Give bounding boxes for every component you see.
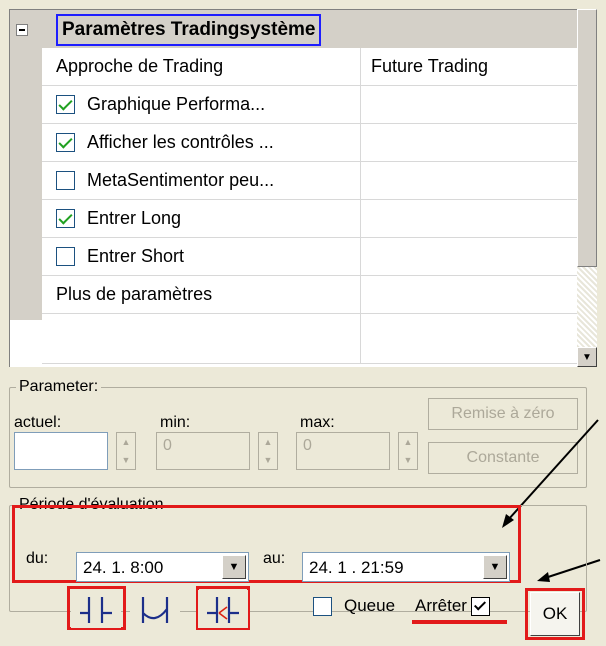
grid-row-label: Approche de Trading xyxy=(56,56,224,76)
check-icon xyxy=(473,597,486,611)
row-checkbox[interactable] xyxy=(56,133,75,152)
grid-row-label: Graphique Performa... xyxy=(87,94,266,114)
spin-up-icon[interactable]: ▲ xyxy=(117,433,135,451)
grid-gutter xyxy=(10,10,42,320)
parameter-legend: Parameter: xyxy=(19,378,99,395)
row-checkbox[interactable] xyxy=(56,209,75,228)
grid-row[interactable]: Graphique Performa... xyxy=(42,86,577,124)
grid-row[interactable]: Entrer Long xyxy=(42,200,577,238)
grid-row[interactable]: Approche de Trading Future Trading xyxy=(42,48,577,86)
from-label: du: xyxy=(26,550,49,567)
grid-row-value-cell[interactable]: Future Trading xyxy=(362,48,577,85)
stop-checkbox[interactable] xyxy=(470,596,490,616)
from-date-select[interactable]: 24. 1. 8:00 ▼ xyxy=(76,552,249,582)
spin-down-icon[interactable]: ▼ xyxy=(399,451,417,469)
grid-row-label: Afficher les contrôles ... xyxy=(87,132,274,152)
grid-row-label: Entrer Short xyxy=(87,246,185,266)
grid-row-label-cell[interactable]: Graphique Performa... xyxy=(42,86,361,123)
actuel-label: actuel: xyxy=(14,414,62,431)
max-label: max: xyxy=(300,414,335,431)
section-title: Paramètres Tradingsystème xyxy=(56,14,322,46)
empty-cell xyxy=(362,314,577,363)
grid-row-value-cell[interactable] xyxy=(362,200,577,237)
to-date-value: 24. 1 . 21:59 xyxy=(309,558,404,577)
max-input[interactable]: 0 xyxy=(296,432,390,470)
grid-row-label-cell[interactable]: Plus de paramètres xyxy=(42,276,361,313)
row-checkbox[interactable] xyxy=(56,95,75,114)
from-date-value: 24. 1. 8:00 xyxy=(83,558,164,577)
to-label: au: xyxy=(263,550,286,567)
actuel-spinner[interactable]: ▲ ▼ xyxy=(116,432,136,470)
to-date-select[interactable]: 24. 1 . 21:59 ▼ xyxy=(302,552,510,582)
grid-row-label-cell[interactable]: MetaSentimentor peu... xyxy=(42,162,361,199)
reset-button[interactable]: Remise à zéro xyxy=(428,398,578,430)
grid-row-value-cell[interactable] xyxy=(362,86,577,123)
grid-row[interactable]: Entrer Short xyxy=(42,238,577,276)
grid-row-label-cell[interactable]: Afficher les contrôles ... xyxy=(42,124,361,161)
min-label: min: xyxy=(160,414,191,431)
min-input[interactable]: 0 xyxy=(156,432,250,470)
range-curve-icon[interactable] xyxy=(130,590,180,628)
grid-row-value-cell[interactable] xyxy=(362,238,577,275)
dropdown-arrow-icon[interactable]: ▼ xyxy=(222,555,246,579)
range-marker-icon[interactable] xyxy=(198,590,248,628)
spin-down-icon[interactable]: ▼ xyxy=(259,451,277,469)
actuel-input[interactable] xyxy=(14,432,108,470)
grid-row-value-cell[interactable] xyxy=(362,162,577,199)
constant-button[interactable]: Constante xyxy=(428,442,578,474)
vertical-scrollbar[interactable]: ▼ xyxy=(577,9,597,367)
scrollbar-track[interactable] xyxy=(577,267,597,347)
grid-row-label: Entrer Long xyxy=(87,208,182,228)
stop-underline xyxy=(412,620,507,624)
dropdown-arrow-icon[interactable]: ▼ xyxy=(483,555,507,579)
grid-row[interactable]: Plus de paramètres xyxy=(42,276,577,314)
collapse-icon[interactable] xyxy=(16,24,28,36)
grid-row-label: Plus de paramètres xyxy=(56,284,213,304)
queue-label: Queue xyxy=(344,596,396,615)
grid-row[interactable]: MetaSentimentor peu... xyxy=(42,162,577,200)
row-checkbox[interactable] xyxy=(56,247,75,266)
grid-row-label: MetaSentimentor peu... xyxy=(87,170,275,190)
grid-row-label-cell[interactable]: Entrer Long xyxy=(42,200,361,237)
empty-cell xyxy=(42,314,361,363)
ok-button[interactable]: OK xyxy=(530,592,580,636)
stop-label: Arrêter xyxy=(415,596,467,615)
scrollbar-thumb[interactable] xyxy=(577,9,597,267)
grid-row-value-cell[interactable] xyxy=(362,276,577,313)
spin-up-icon[interactable]: ▲ xyxy=(259,433,277,451)
queue-checkbox-row[interactable]: Queue xyxy=(313,596,395,616)
grid-row-label-cell[interactable]: Approche de Trading xyxy=(42,48,361,85)
queue-checkbox[interactable] xyxy=(313,596,332,616)
spin-up-icon[interactable]: ▲ xyxy=(399,433,417,451)
grid-section-header[interactable]: Paramètres Tradingsystème xyxy=(10,10,577,48)
max-spinner[interactable]: ▲ ▼ xyxy=(398,432,418,470)
min-spinner[interactable]: ▲ ▼ xyxy=(258,432,278,470)
range-select-icon[interactable] xyxy=(71,590,121,628)
spin-down-icon[interactable]: ▼ xyxy=(117,451,135,469)
row-checkbox[interactable] xyxy=(56,171,75,190)
grid-row-value-cell[interactable] xyxy=(362,124,577,161)
grid-row-label-cell[interactable]: Entrer Short xyxy=(42,238,361,275)
scroll-down-arrow-icon[interactable]: ▼ xyxy=(577,347,597,367)
property-grid: Paramètres Tradingsystème Approche de Tr… xyxy=(9,9,577,367)
grid-empty-row xyxy=(42,314,577,364)
grid-row[interactable]: Afficher les contrôles ... xyxy=(42,124,577,162)
stop-checkbox-row[interactable]: Arrêter xyxy=(415,596,490,616)
dialog-window: Paramètres Tradingsystème Approche de Tr… xyxy=(0,0,606,646)
